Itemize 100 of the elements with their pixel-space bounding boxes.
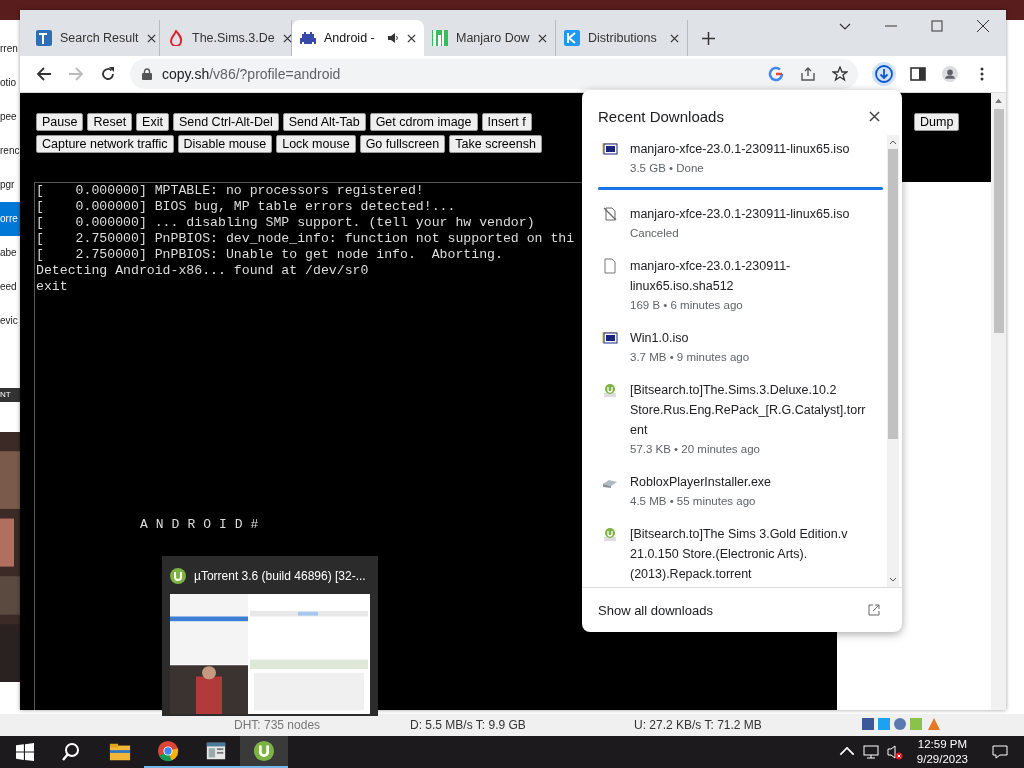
profile-icon[interactable] [942, 66, 958, 82]
file-name[interactable]: manjaro-xfce-23.0.1-230911-linux65.iso [630, 204, 866, 224]
download-status: 3.5 GB • Done [630, 161, 705, 176]
open-external-icon[interactable] [868, 604, 880, 616]
terminal-line: Detecting Android-x86... found at /dev/sr0 [36, 263, 369, 279]
sidebar-footer: NT [0, 388, 20, 402]
page-button[interactable]: Get cdrom image [369, 113, 478, 131]
scrollbar-thumb[interactable] [993, 109, 1004, 333]
download-status: 3.7 MB • 9 minutes ago [630, 350, 751, 365]
new-tab-icon[interactable] [702, 32, 715, 45]
sidebar-item[interactable]: orre [0, 202, 20, 236]
download-icon[interactable] [872, 62, 896, 86]
page-button[interactable]: Insert f [481, 113, 532, 131]
browser-tab[interactable]: Search Result [28, 20, 160, 56]
side-panel-icon[interactable] [910, 66, 926, 82]
star-icon[interactable] [832, 66, 848, 82]
file-name[interactable]: [Bitsearch.to]The.Sims.3.Deluxe.10.2 Store.Rus.Eng.RePack_[R.G.Catalyst].torrent [630, 380, 866, 440]
browser-tab[interactable]: Android - [292, 20, 424, 56]
browser-tab[interactable]: Manjaro Dow [424, 20, 556, 56]
sidebar-item[interactable]: evic [0, 304, 20, 338]
download-status: Canceled [630, 226, 680, 241]
close-icon[interactable] [538, 33, 547, 43]
page-button[interactable]: Dump [914, 113, 960, 131]
window-preview-popup[interactable]: µTorrent 3.6 (build 46896) [32-... [162, 556, 378, 716]
sidebar-item[interactable]: renc [0, 134, 20, 168]
address-bar[interactable]: copy.sh/v86/?profile=android [130, 59, 858, 89]
disc-image-icon [602, 330, 618, 346]
muted-speaker-icon[interactable] [886, 744, 903, 760]
page-button[interactable]: Pause [36, 113, 84, 131]
reload-icon[interactable] [100, 66, 116, 82]
scroll-down-icon[interactable] [889, 577, 897, 583]
status-text: U: 27.2 KB/s T: 71.2 MB [634, 718, 762, 732]
page-button[interactable]: Exit [136, 113, 169, 131]
file-name[interactable]: RobloxPlayerInstaller.exe [630, 472, 866, 492]
close-icon[interactable] [670, 33, 679, 43]
torrent-icon [602, 382, 618, 398]
k-gear-icon [564, 30, 580, 46]
page-button[interactable]: Take screensh [449, 135, 542, 153]
flame-icon [168, 30, 184, 46]
folder-icon [109, 741, 131, 763]
torrent-icon [253, 740, 275, 762]
search-icon[interactable] [62, 743, 80, 761]
t-icon [36, 30, 52, 46]
sidebar-item[interactable]: otio [0, 66, 20, 100]
clock-date[interactable]: 9/29/2023 [916, 752, 968, 767]
terminal-line: exit [36, 279, 68, 295]
page-button[interactable]: Send Ctrl-Alt-Del [172, 113, 279, 131]
sidebar-item[interactable]: pgr [0, 168, 20, 202]
close-icon[interactable] [869, 111, 880, 122]
terminal-line: [ 0.000000] BIOS bug, MP table errors detected!... [36, 199, 456, 215]
file-icon [602, 258, 618, 274]
scroll-up-icon[interactable] [995, 98, 1002, 103]
window-title: µTorrent 3.6 (build 46896) [32-... [194, 569, 366, 583]
close-icon[interactable] [977, 20, 989, 32]
scrollbar[interactable] [991, 93, 1006, 710]
url-text[interactable]: copy.sh/v86/?profile=android [162, 66, 341, 82]
status-text: DHT: 735 nodes [234, 718, 321, 732]
file-name[interactable]: manjaro-xfce-23.0.1-230911-linux65.iso [630, 139, 866, 159]
speaker-icon[interactable] [387, 32, 399, 44]
page-button[interactable]: Reset [87, 113, 133, 131]
torrent-icon [602, 526, 618, 542]
close-icon[interactable] [282, 33, 292, 43]
status-text: D: 5.5 MB/s T: 9.9 GB [410, 718, 526, 732]
download-status: 57.3 KB • 20 minutes ago [630, 442, 761, 457]
torrent-icon [170, 568, 186, 584]
disc-image-icon [602, 141, 618, 157]
sidebar-item[interactable]: eed [0, 270, 20, 304]
show-all-downloads-link[interactable]: Show all downloads [598, 602, 868, 618]
page-button[interactable]: Capture network traffic [36, 135, 174, 153]
sidebar-item[interactable]: rren [0, 32, 20, 66]
scrollbar[interactable] [887, 135, 899, 587]
notifications-icon[interactable] [992, 744, 1008, 760]
file-name[interactable]: Win1.0.iso [630, 328, 866, 348]
file-name[interactable]: manjaro-xfce-23.0.1-230911-linux65.iso.sha512 [630, 256, 866, 296]
share-icon[interactable] [800, 66, 816, 82]
terminal-line: [ 0.000000] ... disabling SMP support. (tell your hw vendor) [36, 215, 535, 231]
torrent-app-button[interactable] [240, 736, 288, 768]
terminal-line: [ 2.750000] PnPBIOS: dev_node_info: function not supported on thi [36, 231, 575, 247]
browser-tab[interactable]: Distributions [556, 20, 688, 56]
windows-start-icon[interactable] [16, 743, 34, 761]
page-button[interactable]: Go fullscreen [359, 135, 446, 153]
terminal-prompt: ANDROID# [140, 517, 267, 533]
sidebar-item[interactable]: pee [0, 100, 20, 134]
page-button[interactable]: Send Alt-Tab [282, 113, 366, 131]
window-icon [205, 740, 227, 762]
close-icon[interactable] [407, 33, 416, 43]
back-icon[interactable] [36, 66, 52, 82]
close-icon[interactable] [146, 33, 156, 43]
lock-icon[interactable] [142, 68, 152, 80]
download-status: 169 B • 6 minutes ago [630, 298, 744, 313]
page-button[interactable]: Disable mouse [177, 135, 273, 153]
network-icon[interactable] [862, 744, 879, 760]
scrollbar-thumb[interactable] [888, 149, 898, 439]
g-logo-icon[interactable] [768, 66, 784, 82]
page-button[interactable]: Lock mouse [276, 135, 356, 153]
sidebar-item[interactable]: abe [0, 236, 20, 270]
maximize-icon[interactable] [931, 20, 943, 32]
scroll-up-icon[interactable] [889, 139, 897, 145]
file-name[interactable]: [Bitsearch.to]The Sims 3.Gold Edition.v 21.0.150 Store.(Electronic Arts).(2013).Repack.torrent [630, 524, 866, 584]
clock-time[interactable]: 12:59 PM [917, 737, 968, 752]
